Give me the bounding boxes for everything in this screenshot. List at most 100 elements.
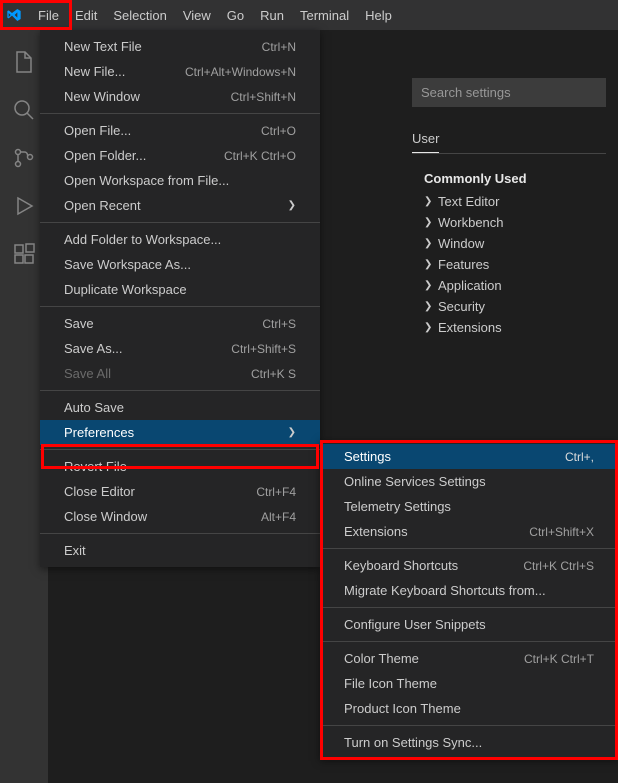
menu-edit[interactable]: Edit: [67, 0, 105, 30]
menu-item-online-services-settings[interactable]: Online Services Settings: [320, 469, 618, 494]
menu-view[interactable]: View: [175, 0, 219, 30]
chevron-right-icon: ❯: [424, 280, 438, 291]
tree-item-label: Application: [438, 278, 502, 293]
menu-item-label: Open File...: [64, 123, 131, 138]
menu-item-label: Revert File: [64, 459, 127, 474]
chevron-right-icon: ❯: [424, 217, 438, 228]
menu-item-revert-file[interactable]: Revert File: [40, 454, 320, 479]
menu-item-label: Save Workspace As...: [64, 257, 191, 272]
menu-item-label: Auto Save: [64, 400, 124, 415]
menu-item-label: Extensions: [344, 524, 408, 539]
tree-item-text-editor[interactable]: ❯Text Editor: [424, 191, 606, 212]
tree-heading-commonly-used[interactable]: Commonly Used: [424, 168, 606, 189]
menu-item-close-editor[interactable]: Close EditorCtrl+F4: [40, 479, 320, 504]
menu-item-duplicate-workspace[interactable]: Duplicate Workspace: [40, 277, 320, 302]
menu-item-keyboard-shortcuts[interactable]: Keyboard ShortcutsCtrl+K Ctrl+S: [320, 553, 618, 578]
menu-item-label: Open Workspace from File...: [64, 173, 229, 188]
menu-selection[interactable]: Selection: [105, 0, 174, 30]
menu-run[interactable]: Run: [252, 0, 292, 30]
tree-item-extensions[interactable]: ❯Extensions: [424, 317, 606, 338]
menu-item-exit[interactable]: Exit: [40, 538, 320, 563]
settings-tree: Commonly Used ❯Text Editor❯Workbench❯Win…: [412, 168, 606, 338]
preferences-submenu-dropdown: Settings Ctrl+, Online Services Settings Te…: [320, 440, 618, 759]
menu-item-extensions[interactable]: Extensions Ctrl+Shift+X: [320, 519, 618, 544]
menu-item-add-folder-to-workspace[interactable]: Add Folder to Workspace...: [40, 227, 320, 252]
menu-item-label: Preferences: [64, 425, 134, 440]
search-settings-input[interactable]: [412, 78, 606, 107]
menu-item-shortcut: Ctrl+Shift+S: [231, 342, 296, 356]
menu-item-file-icon-theme[interactable]: File Icon Theme: [320, 671, 618, 696]
tree-item-features[interactable]: ❯Features: [424, 254, 606, 275]
menu-bar: File Edit Selection View Go Run Terminal…: [30, 0, 400, 30]
chevron-right-icon: ❯: [424, 196, 438, 207]
menu-item-open-recent[interactable]: Open Recent❯: [40, 193, 320, 218]
menu-item-shortcut: Ctrl+F4: [256, 485, 296, 499]
menu-item-settings[interactable]: Settings Ctrl+,: [320, 444, 618, 469]
tree-item-window[interactable]: ❯Window: [424, 233, 606, 254]
menu-item-shortcut: Ctrl+K Ctrl+S: [523, 559, 594, 573]
menu-item-shortcut: Ctrl+Shift+X: [529, 525, 594, 539]
menu-separator: [40, 222, 320, 223]
tree-item-workbench[interactable]: ❯Workbench: [424, 212, 606, 233]
menu-item-label: Save: [64, 316, 94, 331]
menu-item-new-text-file[interactable]: New Text FileCtrl+N: [40, 34, 320, 59]
menu-item-open-workspace-from-file[interactable]: Open Workspace from File...: [40, 168, 320, 193]
menu-item-label: Settings: [344, 449, 391, 464]
menu-item-save[interactable]: SaveCtrl+S: [40, 311, 320, 336]
menu-item-shortcut: Ctrl+,: [565, 450, 594, 464]
menu-item-open-folder[interactable]: Open Folder...Ctrl+K Ctrl+O: [40, 143, 320, 168]
file-menu-dropdown: New Text FileCtrl+NNew File...Ctrl+Alt+W…: [40, 30, 320, 567]
menu-go[interactable]: Go: [219, 0, 252, 30]
menu-item-label: New Text File: [64, 39, 142, 54]
menu-item-shortcut: Alt+F4: [261, 510, 296, 524]
menu-item-shortcut: Ctrl+K Ctrl+O: [224, 149, 296, 163]
menu-item-auto-save[interactable]: Auto Save: [40, 395, 320, 420]
menu-item-new-window[interactable]: New Window Ctrl+Shift+N: [40, 84, 320, 109]
chevron-right-icon: ❯: [424, 301, 438, 312]
menu-item-label: Migrate Keyboard Shortcuts from...: [344, 583, 546, 598]
tree-item-label: Features: [438, 257, 489, 272]
menu-separator: [40, 306, 320, 307]
menu-item-configure-user-snippets[interactable]: Configure User Snippets: [320, 612, 618, 637]
menu-item-shortcut: Ctrl+Alt+Windows+N: [185, 65, 296, 79]
menu-item-save-workspace-as[interactable]: Save Workspace As...: [40, 252, 320, 277]
menu-item-shortcut: Ctrl+O: [261, 124, 296, 138]
menu-item-color-theme[interactable]: Color Theme Ctrl+K Ctrl+T: [320, 646, 618, 671]
menu-item-product-icon-theme[interactable]: Product Icon Theme: [320, 696, 618, 721]
tab-user[interactable]: User: [412, 125, 439, 153]
menu-help[interactable]: Help: [357, 0, 400, 30]
chevron-right-icon: ❯: [424, 238, 438, 249]
menu-separator: [40, 449, 320, 450]
menu-separator: [40, 390, 320, 391]
tree-item-application[interactable]: ❯Application: [424, 275, 606, 296]
vscode-icon: [6, 7, 22, 23]
menu-item-label: Telemetry Settings: [344, 499, 451, 514]
menu-item-shortcut: Ctrl+Shift+N: [231, 90, 296, 104]
menu-separator: [320, 548, 618, 549]
menu-file[interactable]: File: [30, 0, 67, 30]
menu-terminal[interactable]: Terminal: [292, 0, 357, 30]
menu-separator: [40, 113, 320, 114]
menu-item-label: Exit: [64, 543, 86, 558]
menu-separator: [320, 607, 618, 608]
menu-item-save-as[interactable]: Save As...Ctrl+Shift+S: [40, 336, 320, 361]
menu-separator: [40, 533, 320, 534]
menu-item-label: New Window: [64, 89, 140, 104]
menu-item-shortcut: Ctrl+K Ctrl+T: [524, 652, 594, 666]
menu-item-shortcut: Ctrl+K S: [251, 367, 296, 381]
tree-item-security[interactable]: ❯Security: [424, 296, 606, 317]
menu-item-preferences[interactable]: Preferences❯: [40, 420, 320, 445]
chevron-right-icon: ❯: [288, 200, 296, 211]
menu-item-migrate-keyboard-shortcuts-from[interactable]: Migrate Keyboard Shortcuts from...: [320, 578, 618, 603]
chevron-right-icon: ❯: [424, 322, 438, 333]
menu-item-label: Color Theme: [344, 651, 419, 666]
menu-item-label: Close Window: [64, 509, 147, 524]
menu-item-close-window[interactable]: Close Window Alt+F4: [40, 504, 320, 529]
chevron-right-icon: ❯: [424, 259, 438, 270]
menu-item-telemetry-settings[interactable]: Telemetry Settings: [320, 494, 618, 519]
menu-item-new-file[interactable]: New File...Ctrl+Alt+Windows+N: [40, 59, 320, 84]
tree-item-label: Text Editor: [438, 194, 499, 209]
menu-item-label: Product Icon Theme: [344, 701, 461, 716]
menu-item-turn-on-settings-sync[interactable]: Turn on Settings Sync...: [320, 730, 618, 755]
menu-item-open-file[interactable]: Open File... Ctrl+O: [40, 118, 320, 143]
